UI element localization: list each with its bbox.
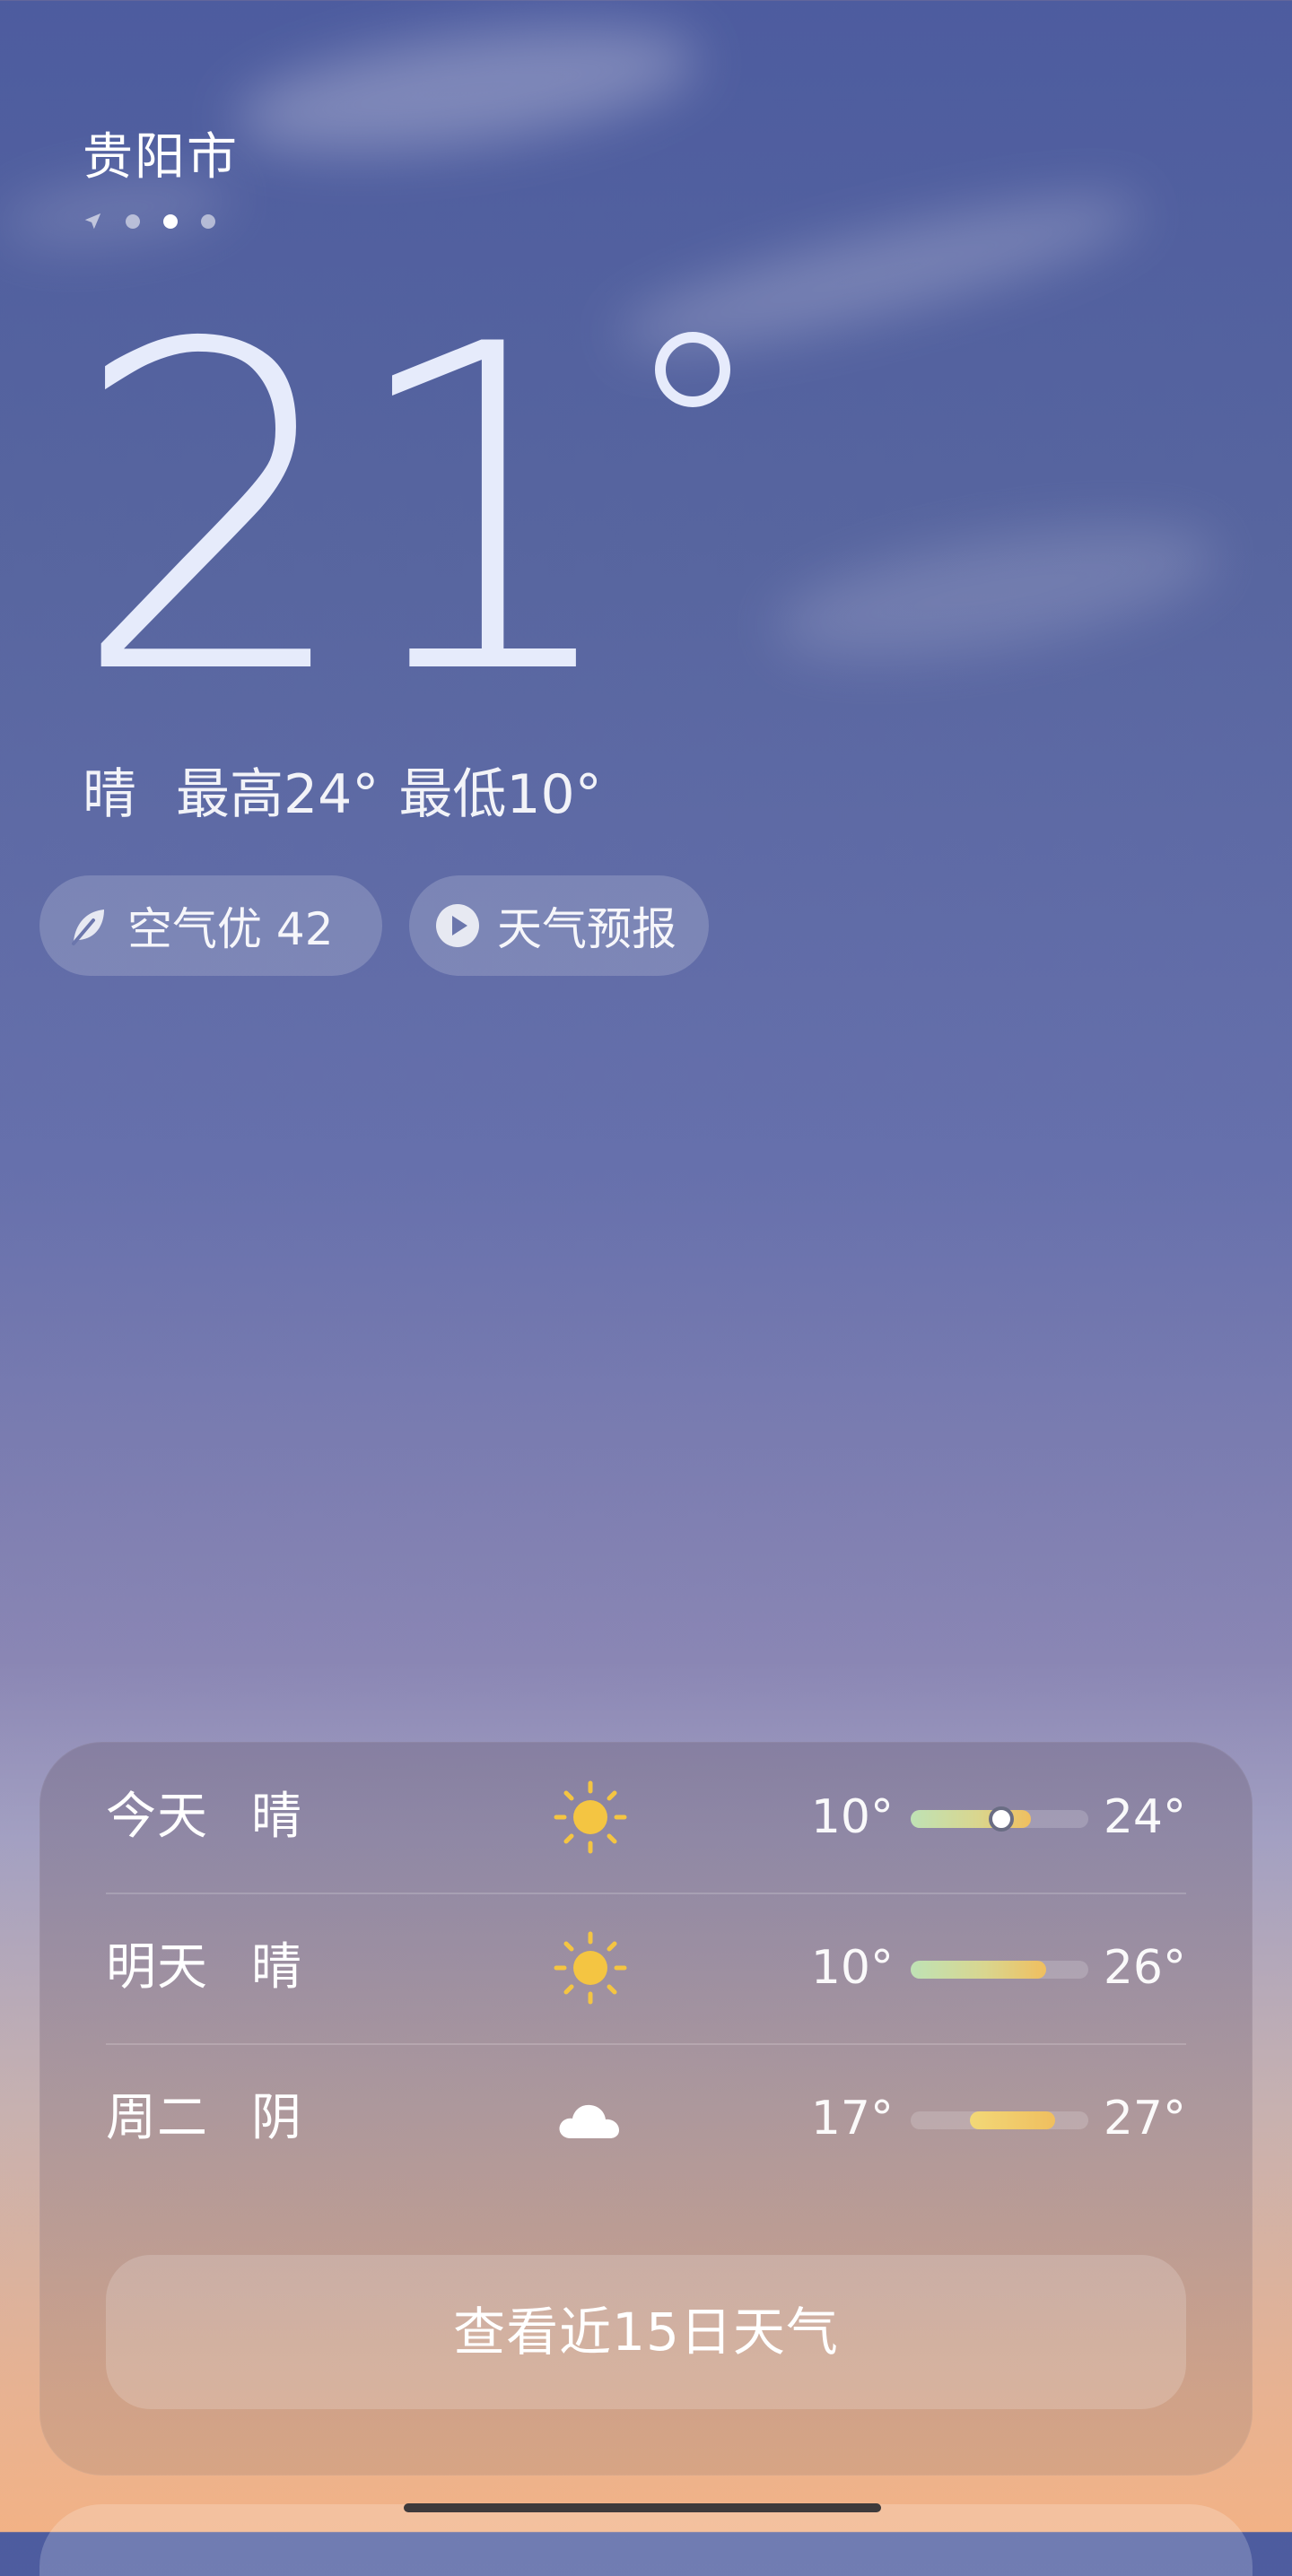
current-temperature: 21 <box>70 250 731 772</box>
air-quality-label: 空气优 42 <box>127 903 334 955</box>
temperature-value: 21 <box>70 250 628 772</box>
play-icon <box>434 902 481 949</box>
forecast-row-tomorrow[interactable]: 明天 晴 10° 26° <box>106 1893 1186 2043</box>
sun-icon <box>551 1928 630 2007</box>
temperature-range-bar <box>911 1961 1088 1979</box>
home-indicator[interactable] <box>404 2503 881 2512</box>
next-card-peek <box>39 2504 1253 2576</box>
navigation-arrow-icon <box>83 212 102 231</box>
forecast-low: 10° <box>810 1941 894 1995</box>
page-indicator[interactable] <box>83 212 215 231</box>
cloud-wisp <box>765 500 1227 684</box>
page-dot <box>201 214 215 229</box>
forecast-day: 明天 <box>106 1938 208 1997</box>
weather-summary: 晴 最高24° 最低10° <box>83 762 602 827</box>
temperature-range-bar <box>911 1806 1088 1832</box>
air-quality-chip[interactable]: 空气优 42 <box>39 875 382 976</box>
forecast-condition: 晴 <box>251 1788 301 1846</box>
leaf-icon <box>65 902 111 949</box>
forecast-condition: 晴 <box>251 1938 301 1997</box>
cloud-icon <box>551 2079 630 2158</box>
weather-forecast-chip[interactable]: 天气预报 <box>409 875 709 976</box>
forecast-high: 27° <box>1103 2092 1186 2145</box>
forecast-condition: 阴 <box>251 2089 301 2147</box>
temperature-range-fill <box>911 1961 1046 1979</box>
cloud-wisp <box>228 4 705 176</box>
page-dot-active <box>163 214 178 229</box>
forecast-row-today[interactable]: 今天 晴 10° 24° <box>106 1742 1186 1893</box>
current-temperature-marker <box>989 1806 1014 1832</box>
forecast-day: 今天 <box>106 1788 208 1846</box>
forecast-high: 26° <box>1103 1941 1186 1995</box>
current-condition: 晴 <box>83 763 136 826</box>
forecast-low: 10° <box>810 1790 894 1844</box>
forecast-row-tuesday[interactable]: 周二 阴 17° 27° <box>106 2043 1186 2194</box>
forecast-day: 周二 <box>106 2089 208 2147</box>
three-day-forecast-card: 今天 晴 10° 24° 明天 晴 10° 26° 周二 阴 17° 27° 查… <box>39 1742 1253 2476</box>
city-name[interactable]: 贵阳市 <box>83 131 239 185</box>
page-dot <box>126 214 140 229</box>
high-temperature: 最高24° <box>176 763 380 826</box>
forecast-high: 24° <box>1103 1790 1186 1844</box>
temperature-range-fill <box>970 2111 1055 2129</box>
temperature-range-bar <box>911 2111 1088 2129</box>
low-temperature: 最低10° <box>398 763 602 826</box>
degree-symbol <box>655 332 731 407</box>
forecast-low: 17° <box>810 2092 894 2145</box>
sun-icon <box>551 1778 630 1857</box>
weather-forecast-label: 天气预报 <box>497 903 677 955</box>
view-15-day-forecast-button[interactable]: 查看近15日天气 <box>106 2255 1186 2409</box>
